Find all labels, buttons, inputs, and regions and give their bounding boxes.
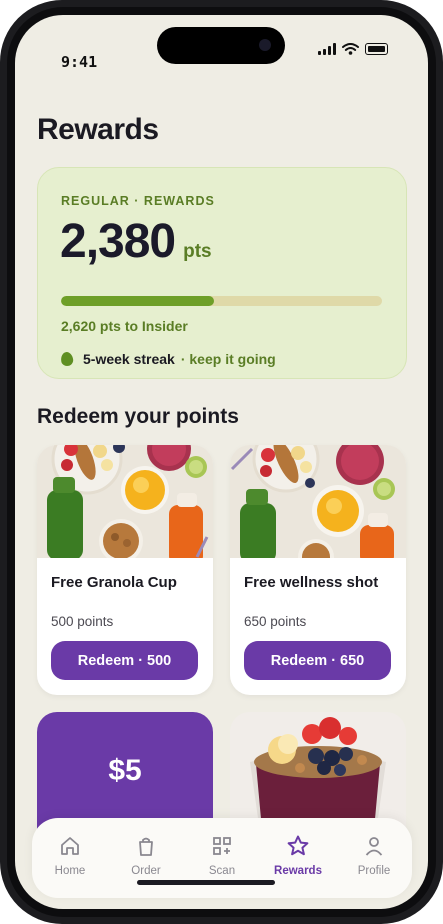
camera-icon xyxy=(259,39,271,51)
tab-scan[interactable]: Scan xyxy=(189,834,255,877)
wifi-icon xyxy=(342,43,359,55)
tab-rewards[interactable]: Rewards xyxy=(265,834,331,877)
page-title: Rewards xyxy=(37,113,159,146)
promo-amount: $5 xyxy=(108,754,142,787)
tab-label: Order xyxy=(131,865,161,877)
dynamic-island xyxy=(157,27,285,64)
tab-label: Rewards xyxy=(274,865,322,877)
leaf-icon xyxy=(60,351,74,367)
streak-label: 5-week streak xyxy=(83,351,175,367)
phone-frame: 9:41 Rewards REGULAR · REWARDS 2,380 pts xyxy=(0,0,443,924)
tier-label: REGULAR · REWARDS xyxy=(61,194,215,208)
redeem-button-granola[interactable]: Redeem · 500 xyxy=(51,641,198,680)
reward-card-granola[interactable]: Free Granola Cup 500 points Redeem · 500 xyxy=(37,445,213,695)
tier-progress-bar xyxy=(61,296,382,306)
tab-label: Home xyxy=(54,865,86,877)
points-value: 2,380 xyxy=(60,215,176,268)
reward-name: Free wellness shot xyxy=(244,574,379,591)
tab-order[interactable]: Order xyxy=(113,834,179,877)
reward-image xyxy=(37,445,213,558)
person-icon xyxy=(362,834,386,858)
reward-card-wellness-shot[interactable]: Free wellness shot 650 points Redeem · 6… xyxy=(230,445,406,695)
reward-cost: 650 points xyxy=(244,614,307,629)
points-row: 2,380 pts xyxy=(60,214,212,269)
tab-profile[interactable]: Profile xyxy=(341,834,407,877)
battery-icon xyxy=(365,43,388,55)
reward-cost: 500 points xyxy=(51,614,114,629)
points-to-next-tier: 2,620 pts to Insider xyxy=(61,318,188,334)
tab-home[interactable]: Home xyxy=(37,834,103,877)
status-time: 9:41 xyxy=(61,53,98,71)
home-indicator[interactable] xyxy=(137,880,275,885)
tab-bar: Home Order Scan Rewards Profile xyxy=(32,818,412,898)
status-icons xyxy=(318,43,388,55)
streak-hint: · keep it going xyxy=(180,351,276,367)
scan-icon xyxy=(210,834,234,858)
bag-icon xyxy=(134,834,158,858)
streak-row: 5-week streak · keep it going xyxy=(60,351,276,367)
tab-label: Profile xyxy=(357,865,391,877)
redeem-button-wellness-shot[interactable]: Redeem · 650 xyxy=(244,641,391,680)
points-unit: pts xyxy=(183,241,212,262)
screen: 9:41 Rewards REGULAR · REWARDS 2,380 pts xyxy=(15,15,428,909)
tab-label: Scan xyxy=(208,865,236,877)
reward-image xyxy=(230,445,406,558)
home-icon xyxy=(58,834,82,858)
signal-icon xyxy=(318,43,336,55)
tier-progress-fill xyxy=(61,296,214,306)
reward-name: Free Granola Cup xyxy=(51,574,177,591)
star-icon xyxy=(286,834,310,858)
points-card: REGULAR · REWARDS 2,380 pts 2,620 pts to… xyxy=(37,167,407,379)
redeem-section-title: Redeem your points xyxy=(37,405,239,428)
